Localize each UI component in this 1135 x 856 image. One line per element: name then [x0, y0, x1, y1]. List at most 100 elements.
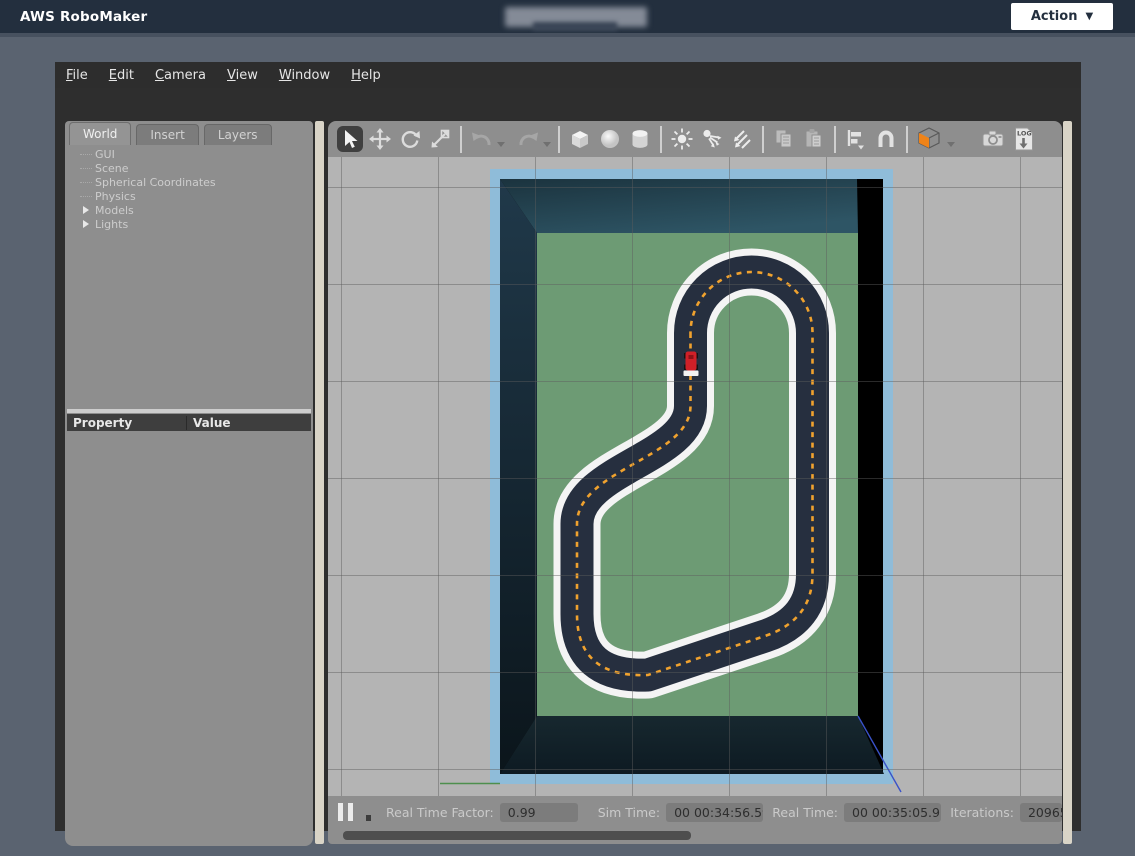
- tab-layers[interactable]: Layers: [204, 124, 272, 145]
- arena-south-wall: [500, 716, 884, 774]
- menu-camera[interactable]: Camera: [153, 66, 208, 85]
- expand-arrow-icon[interactable]: [83, 220, 89, 228]
- directional-light-icon: [730, 127, 754, 151]
- box-shape-icon: [568, 127, 592, 151]
- translate-tool-button[interactable]: [367, 126, 393, 152]
- deepracer-car[interactable]: [684, 352, 699, 377]
- tree-item-gui[interactable]: GUI: [80, 147, 313, 161]
- insert-directional-light-button[interactable]: [729, 126, 755, 152]
- action-button-label: Action: [1031, 9, 1078, 24]
- real-time-value: 00 00:35:05.974: [844, 803, 941, 822]
- iterations-label: Iterations:: [950, 805, 1014, 820]
- tree-item-lights[interactable]: Lights: [80, 217, 313, 231]
- point-light-icon: [670, 127, 694, 151]
- log-download-icon: LOG: [1012, 126, 1036, 152]
- menu-file[interactable]: File: [64, 66, 90, 85]
- arena-west-wall: [500, 179, 537, 774]
- sphere-shape-icon: [598, 127, 622, 151]
- car-bumper: [684, 371, 699, 377]
- sim-time-value: 00 00:34:56.598: [666, 803, 763, 822]
- cursor-arrow-icon: [339, 128, 361, 150]
- tree-item-physics[interactable]: Physics: [80, 189, 313, 203]
- view-angle-dropdown[interactable]: [947, 142, 955, 147]
- undo-button[interactable]: [469, 126, 495, 152]
- pause-bar: [348, 803, 353, 821]
- menu-help[interactable]: Help: [349, 66, 383, 85]
- pause-button[interactable]: [338, 803, 353, 821]
- view-cube-icon: [916, 126, 944, 152]
- render-view[interactable]: [328, 157, 1062, 796]
- app-title: AWS RoboMaker: [20, 9, 147, 25]
- right-edge-splitter[interactable]: [1063, 121, 1072, 844]
- undo-history-dropdown[interactable]: [497, 142, 505, 147]
- hscrollbar-thumb[interactable]: [343, 831, 691, 840]
- real-time-label: Real Time:: [772, 805, 838, 820]
- tree-item-label: Lights: [95, 218, 128, 231]
- snap-button[interactable]: [873, 126, 899, 152]
- toolbar-separator: [558, 126, 560, 153]
- redacted-text-2: [533, 22, 617, 31]
- spot-light-icon: [700, 127, 724, 151]
- insert-spot-light-button[interactable]: [699, 126, 725, 152]
- tree-item-scene[interactable]: Scene: [80, 161, 313, 175]
- panel-viewport-splitter[interactable]: [315, 121, 324, 844]
- iterations-value: 20965: [1020, 803, 1062, 822]
- scale-arrows-icon: [429, 128, 451, 150]
- gazebo-toolbar: LOG: [328, 121, 1062, 157]
- step-button[interactable]: [366, 815, 371, 821]
- tree-connector: [80, 196, 92, 197]
- tree-item-label: Scene: [95, 162, 129, 175]
- redo-button[interactable]: [515, 126, 541, 152]
- real-time-factor-value: 0.99: [500, 803, 578, 822]
- viewport-hscrollbar[interactable]: [328, 828, 1062, 844]
- panel-tabs: World Insert Layers: [69, 122, 272, 146]
- copy-button[interactable]: [771, 126, 797, 152]
- view-angle-button[interactable]: [915, 126, 945, 152]
- window-content: World Insert Layers GUI Scene Spherical …: [55, 88, 1081, 831]
- rotate-arrows-icon: [399, 128, 421, 150]
- log-record-button[interactable]: LOG: [1011, 126, 1037, 152]
- insert-point-light-button[interactable]: [669, 126, 695, 152]
- toolbar-separator: [660, 126, 662, 153]
- aws-top-bar: AWS RoboMaker Action ▼: [0, 0, 1135, 33]
- world-panel: World Insert Layers GUI Scene Spherical …: [65, 121, 313, 846]
- arena-north-wall: [500, 179, 858, 233]
- tree-item-label: Spherical Coordinates: [95, 176, 216, 189]
- align-button[interactable]: [843, 126, 869, 152]
- chevron-down-icon: ▼: [1085, 11, 1093, 22]
- tab-world[interactable]: World: [69, 122, 131, 145]
- tree-item-models[interactable]: Models: [80, 203, 313, 217]
- gazebo-window: File Edit Camera View Window Help World …: [55, 62, 1081, 831]
- menu-window[interactable]: Window: [277, 66, 332, 85]
- svg-text:LOG: LOG: [1017, 130, 1032, 138]
- panel-splitter-handle[interactable]: [67, 409, 311, 413]
- select-tool-button[interactable]: [337, 126, 363, 152]
- action-button[interactable]: Action ▼: [1011, 3, 1113, 30]
- tree-item-label: Models: [95, 204, 134, 217]
- expand-arrow-icon[interactable]: [83, 206, 89, 214]
- insert-box-button[interactable]: [567, 126, 593, 152]
- insert-cylinder-button[interactable]: [627, 126, 653, 152]
- screenshot-button[interactable]: [981, 126, 1007, 152]
- sim-time-label: Sim Time:: [598, 805, 660, 820]
- toolbar-separator: [460, 126, 462, 153]
- rotate-tool-button[interactable]: [397, 126, 423, 152]
- move-arrows-icon: [369, 128, 391, 150]
- tree-connector: [80, 154, 92, 155]
- property-column-header: Property: [73, 416, 186, 430]
- simulation-viewport: LOG: [328, 121, 1062, 844]
- redo-arrow-icon: [516, 128, 540, 150]
- paste-button[interactable]: [801, 126, 827, 152]
- redo-history-dropdown[interactable]: [543, 142, 551, 147]
- property-table-header: Property Value: [67, 414, 311, 431]
- insert-sphere-button[interactable]: [597, 126, 623, 152]
- scale-tool-button[interactable]: [427, 126, 453, 152]
- camera-icon: [981, 127, 1007, 151]
- tab-insert[interactable]: Insert: [136, 124, 198, 145]
- menu-edit[interactable]: Edit: [107, 66, 136, 85]
- menu-view[interactable]: View: [225, 66, 260, 85]
- topbar-shadow: [0, 33, 1135, 37]
- undo-arrow-icon: [470, 128, 494, 150]
- menu-bar: File Edit Camera View Window Help: [55, 62, 1081, 88]
- tree-item-spherical-coordinates[interactable]: Spherical Coordinates: [80, 175, 313, 189]
